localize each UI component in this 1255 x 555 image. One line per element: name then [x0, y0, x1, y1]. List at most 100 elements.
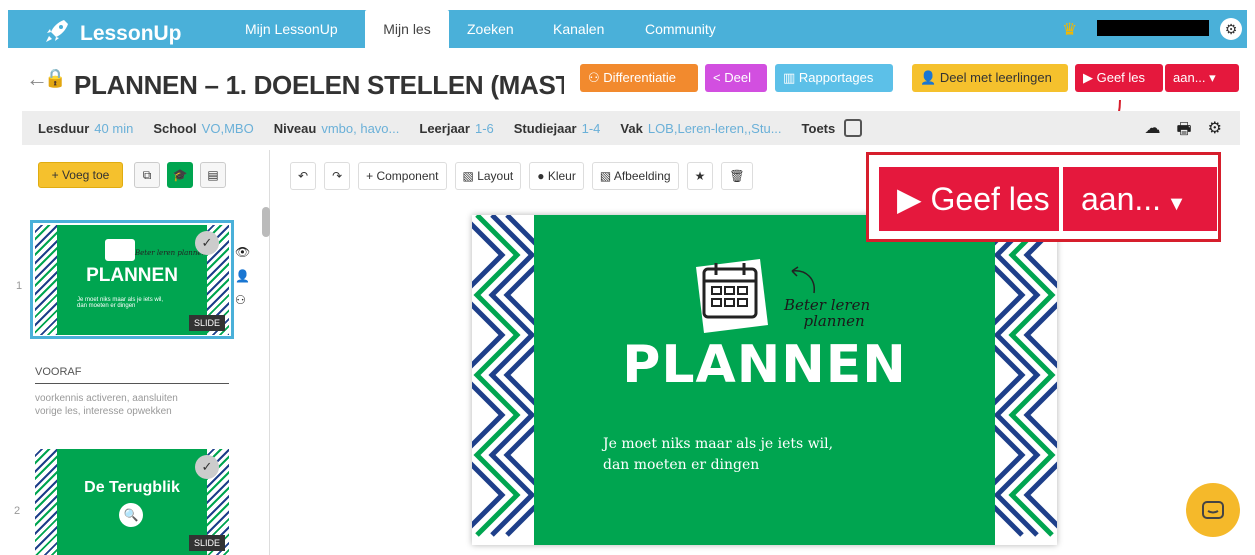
gear-icon[interactable]: ⚙ — [1208, 118, 1222, 145]
tab-mijn-les[interactable]: Mijn les — [365, 10, 449, 52]
brand-name: LessonUp — [80, 22, 182, 45]
meta-value[interactable]: 1-6 — [475, 121, 494, 136]
meta-key: Niveau — [273, 120, 317, 136]
toets-checkbox[interactable] — [844, 119, 863, 137]
sidebar-scrollbar[interactable] — [262, 207, 270, 237]
chat-support-button[interactable] — [1186, 483, 1240, 537]
zoomed-callout: ▶ Geef les aan... ▼ — [866, 152, 1221, 242]
crown-icon: ♛ — [1062, 20, 1078, 39]
slide-canvas[interactable]: Beter leren plannen PLANNEN Je moet niks… — [472, 215, 1057, 545]
user-icon: 👤 — [920, 70, 940, 85]
meta-key: Vak — [620, 120, 643, 136]
aan-dropdown-button[interactable]: aan... ▾ — [1165, 64, 1239, 92]
plus-icon: + — [366, 169, 377, 183]
deel-met-leerlingen-button[interactable]: 👤 Deel met leerlingen — [912, 64, 1068, 92]
rapportages-button[interactable]: ▥ Rapportages — [775, 64, 893, 92]
slide-number: 2 — [14, 505, 21, 517]
slide-side-icons: 👁 👤 ⚇ — [235, 240, 250, 312]
thumb-logo-text: Beter leren plannen — [135, 249, 206, 257]
top-navigation: LessonUp Mijn LessonUp Mijn les Zoeken K… — [0, 0, 1255, 55]
meta-value[interactable]: LOB,Leren-leren,,Stu... — [648, 121, 782, 136]
section-description[interactable]: voorkennis activeren, aansluiten vorige … — [35, 392, 205, 418]
logo-caption-line: plannen — [803, 312, 865, 330]
graduation-cap-icon[interactable]: 🎓 — [167, 162, 193, 188]
lesson-meta-bar: Lesduur 40 min School VO,MBO Niveau vmbo, h… — [22, 111, 1240, 145]
lessonup-logo[interactable]: LessonUp — [44, 18, 182, 50]
user-icon[interactable]: 👤 — [235, 264, 250, 288]
slide-thumb-1[interactable]: Beter leren plannen PLANNEN Je moet niks… — [35, 225, 229, 335]
calendar-icon — [690, 255, 772, 342]
component-button[interactable]: + Component — [358, 162, 447, 190]
plus-icon: + — [51, 168, 62, 182]
lock-icon: 🔒 — [44, 68, 67, 88]
caret-down-icon: ▼ — [1161, 193, 1187, 215]
slide-title[interactable]: PLANNEN — [472, 335, 1057, 395]
undo-icon[interactable]: ↶ — [290, 162, 317, 190]
section-title[interactable]: VOORAF — [35, 366, 229, 384]
voeg-toe-button[interactable]: + Voeg toe — [38, 162, 123, 188]
meta-value[interactable]: VO,MBO — [202, 121, 254, 136]
body-line: Je moet niks maar als je iets wil, — [603, 436, 834, 452]
check-icon[interactable]: ✓ — [195, 455, 219, 479]
image-icon: ▧ — [462, 169, 478, 183]
tab-kanalen[interactable]: Kanalen — [553, 10, 604, 48]
geef-les-button[interactable]: ▶ Geef les — [1075, 64, 1163, 92]
tab-mijn-lessonup[interactable]: Mijn LessonUp — [245, 10, 338, 48]
meta-value[interactable]: 1-4 — [582, 121, 601, 136]
tab-community[interactable]: Community — [645, 10, 716, 48]
meta-value[interactable]: vmbo, havo... — [321, 121, 399, 136]
chat-icon — [1201, 497, 1225, 522]
tab-zoeken[interactable]: Zoeken — [467, 10, 514, 48]
zoomed-geef-les-button[interactable]: ▶ Geef les — [879, 167, 1059, 231]
eye-icon[interactable]: 👁 — [235, 240, 250, 264]
meta-key: School — [153, 120, 197, 136]
caret-down-icon: ▾ — [1205, 70, 1216, 85]
slide-thumb-2[interactable]: De Terugblik 🔍 ✓ SLIDE — [35, 449, 229, 555]
play-icon: ▶ — [897, 181, 931, 217]
thumb-subtitle: Je moet niks maar als je iets wil, dan m… — [77, 297, 164, 309]
redacted-username[interactable] — [1097, 20, 1209, 36]
meta-key: Lesduur — [38, 120, 90, 136]
meta-key: Leerjaar — [419, 120, 470, 136]
layout-button[interactable]: ▧ Layout — [454, 162, 522, 190]
star-icon[interactable]: ★ — [686, 162, 714, 190]
duplicate-icon[interactable]: ⧉ — [134, 162, 160, 188]
slide-type-label: SLIDE — [188, 535, 225, 551]
play-icon: ▶ — [1083, 70, 1097, 85]
trash-icon[interactable]: 🗑 — [721, 162, 753, 190]
slide-number: 1 — [16, 280, 23, 292]
thumb-title: PLANNEN — [86, 265, 178, 286]
body-line: dan moeten er dingen — [603, 457, 760, 473]
zoomed-aan-button[interactable]: aan... ▼ — [1063, 167, 1217, 231]
search-icon: 🔍 — [119, 503, 143, 527]
meta-key: Studiejaar — [513, 120, 577, 136]
toets-label: Toets — [801, 120, 836, 136]
slide-body-text[interactable]: Je moet niks maar als je iets wil, dan m… — [603, 434, 833, 476]
afbeelding-button[interactable]: ▧ Afbeelding — [591, 162, 679, 190]
logo-caption: Beter leren plannen — [784, 297, 870, 329]
settings-gear-icon[interactable]: ⚙ — [1220, 18, 1242, 40]
bar-chart-icon: ▥ — [783, 70, 799, 85]
deel-button[interactable]: < Deel — [705, 64, 767, 92]
hierarchy-icon[interactable]: ⚇ — [235, 288, 250, 312]
logo-caption-line: Beter leren — [784, 296, 871, 314]
panel-icon[interactable]: ▤ — [200, 162, 226, 188]
share-icon: < — [713, 70, 725, 85]
lesson-title: PLANNEN – 1. DOELEN STELLEN (MASTERSL — [74, 70, 564, 100]
cloud-icon[interactable]: ☁ — [1145, 118, 1161, 145]
image-icon: ▧ — [599, 169, 614, 183]
meta-icons: ☁ 🖶 ⚙ — [1145, 118, 1222, 145]
meta-value[interactable]: 40 min — [94, 121, 133, 136]
hierarchy-icon: ⚇ — [588, 70, 604, 85]
kleur-button[interactable]: ● Kleur — [529, 162, 584, 190]
calendar-icon — [105, 239, 135, 261]
redo-icon[interactable]: ↷ — [324, 162, 351, 190]
differentiatie-button[interactable]: ⚇ Differentiatie — [580, 64, 698, 92]
droplet-icon: ● — [537, 169, 548, 183]
editor-toolbar: ↶ ↷ + Component ▧ Layout ● Kleur ▧ Afbee… — [290, 162, 753, 190]
check-icon[interactable]: ✓ — [195, 231, 219, 255]
stripe-decoration — [35, 449, 57, 555]
print-icon[interactable]: 🖶 — [1177, 118, 1192, 145]
slide-type-label: SLIDE — [188, 315, 225, 331]
thumb-title: De Terugblik — [84, 479, 180, 496]
